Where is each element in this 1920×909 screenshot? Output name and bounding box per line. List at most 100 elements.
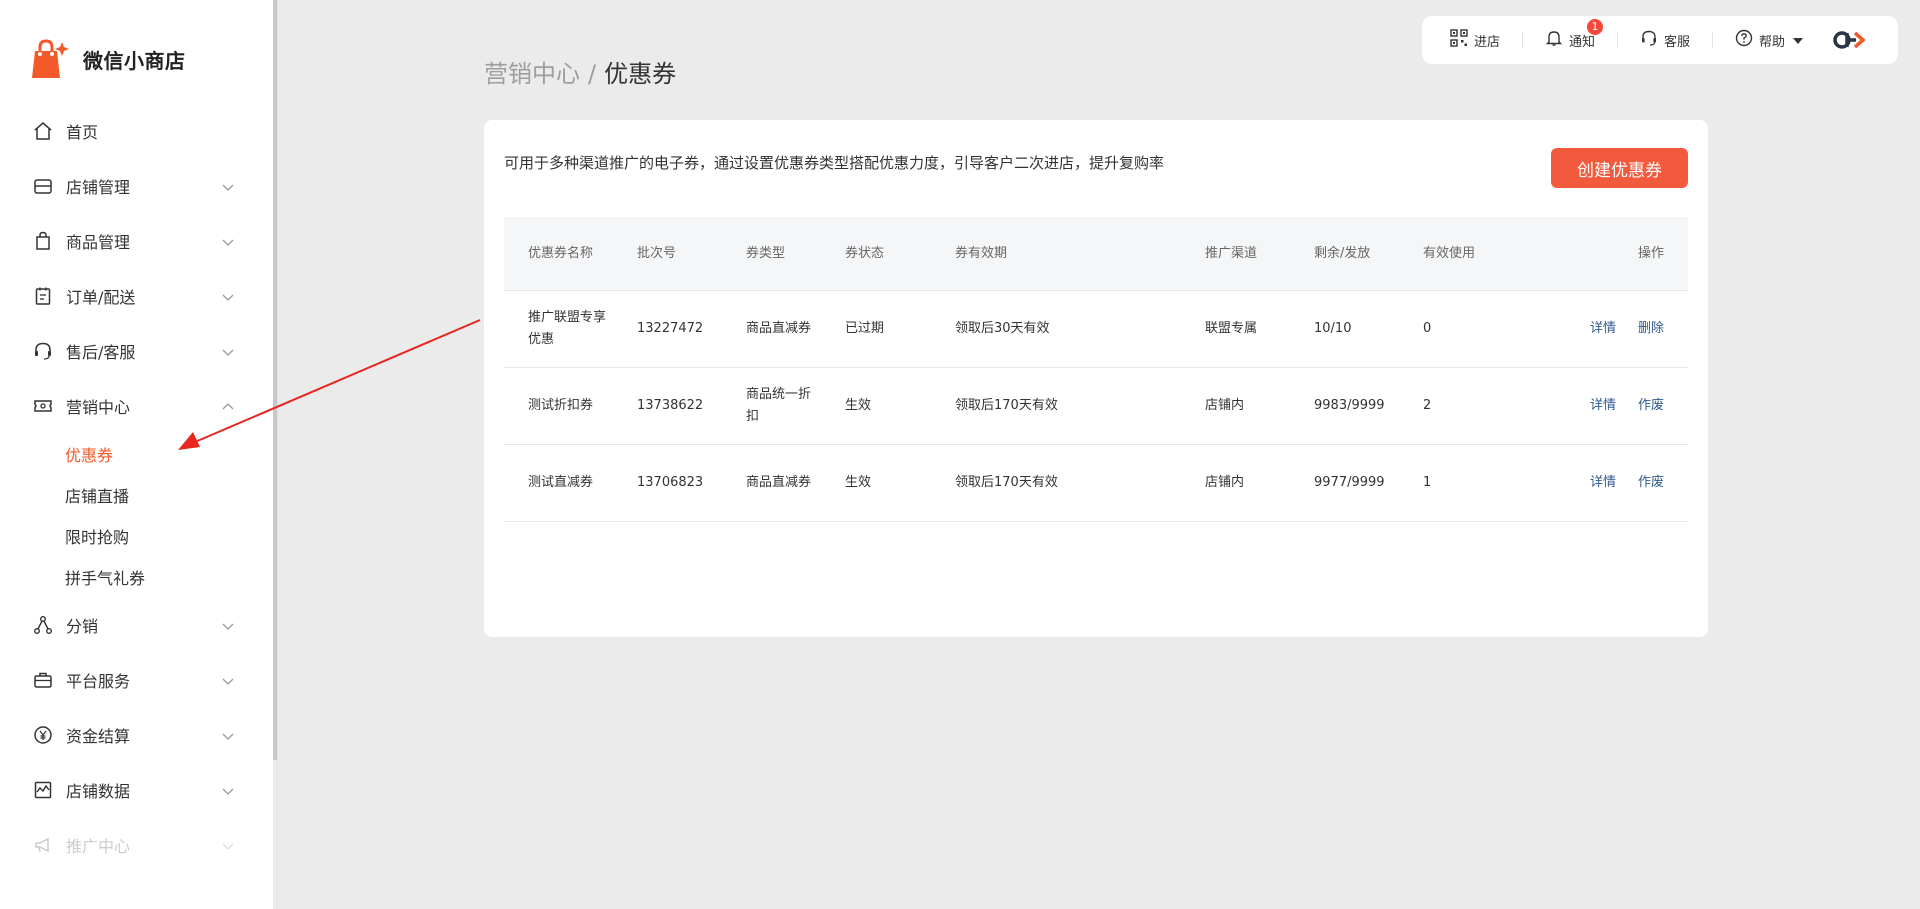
sidebar-item-label: 资金结算 [66,726,131,746]
details-link[interactable]: 详情 [1590,475,1616,490]
delete-link[interactable]: 删除 [1638,321,1664,336]
coupon-validity: 领取后170天有效 [955,398,1058,413]
sidebar-item-store-data[interactable]: 店铺数据 [0,762,273,817]
column-header-remaining: 剩余/发放 [1314,245,1371,261]
sidebar-subitem-lucky-gift-coupon[interactable]: 拼手气礼券 [0,556,273,597]
sidebar-item-label: 平台服务 [66,671,131,691]
sidebar-item-platform-services[interactable]: 平台服务 [0,652,273,707]
table-row: 测试直减券 13706823 商品直减券 生效 领取后170天有效 店铺内 99… [504,445,1688,522]
invalidate-link[interactable]: 作废 [1638,475,1664,490]
sidebar-subitem-flash-sale[interactable]: 限时抢购 [0,515,273,556]
headset-icon [1640,29,1658,51]
toolbar-divider [1522,32,1524,48]
sidebar-item-label: 营销中心 [66,397,131,417]
customer-service-button[interactable]: 客服 [1640,29,1690,51]
sidebar-item-store-management[interactable]: 店铺管理 [0,158,273,213]
coupon-type: 商品统一折扣 [746,387,812,424]
sidebar-item-distribution[interactable]: 分销 [0,597,273,652]
row-actions: 详情 作废 [1508,472,1688,494]
details-link[interactable]: 详情 [1590,398,1616,413]
sidebar-item-orders[interactable]: 订单/配送 [0,268,273,323]
invalidate-link[interactable]: 作废 [1638,398,1664,413]
sidebar-item-product-management[interactable]: 商品管理 [0,213,273,268]
chart-icon [32,779,54,801]
chevron-down-icon [221,234,235,248]
sidebar-item-label: 售后/客服 [66,342,136,362]
chevron-down-icon [221,728,235,742]
app-name: 微信小商店 [83,48,186,73]
coupon-validity: 领取后30天有效 [955,321,1050,336]
chevron-down-icon [221,618,235,632]
remaining-issued: 9983/9999 [1314,398,1385,413]
chevron-up-icon [221,399,235,413]
batch-number: 13227472 [637,321,704,336]
partner-logo-icon[interactable] [1833,29,1867,51]
page-title: 优惠券 [604,60,677,88]
store-icon [32,175,54,197]
notification-count-badge: 1 [1587,19,1604,35]
coupon-status: 生效 [845,398,872,413]
share-nodes-icon [32,614,54,636]
breadcrumb: 营销中心 / 优惠券 [484,54,676,89]
sidebar-item-label: 订单/配送 [66,287,136,307]
sidebar-divider [277,0,278,909]
coupon-name: 测试直减券 [528,475,594,490]
notifications-button[interactable]: 通知 1 [1545,19,1604,51]
column-header-batch: 批次号 [637,245,677,261]
shopping-bag-logo-icon [27,38,69,80]
row-actions: 详情 删除 [1508,318,1688,340]
chevron-down-icon [221,289,235,303]
help-label: 帮助 [1759,34,1786,50]
enter-store-button[interactable]: 进店 [1450,29,1500,51]
batch-number: 13706823 [637,475,704,490]
column-header-validity: 券有效期 [955,245,1008,261]
yen-coin-icon [32,724,54,746]
details-link[interactable]: 详情 [1590,321,1616,336]
sidebar: 微信小商店 首页 店铺管理 商品管理 订单/配送 售后/客服 营销中心 优惠券 … [0,0,273,909]
coupon-type: 商品直减券 [746,475,812,490]
sidebar-item-promotion-center[interactable]: 推广中心 [0,817,273,872]
breadcrumb-parent[interactable]: 营销中心 [484,60,580,88]
coupon-validity: 领取后170天有效 [955,475,1058,490]
megaphone-icon [32,834,54,856]
sidebar-item-marketing[interactable]: 营销中心 [0,378,273,433]
app-logo[interactable]: 微信小商店 [27,38,186,80]
column-header-type: 券类型 [746,245,786,261]
sidebar-item-settlement[interactable]: 资金结算 [0,707,273,762]
chevron-down-icon [221,783,235,797]
qr-code-icon [1450,29,1468,51]
toolbar-divider [1617,32,1619,48]
sidebar-nav: 首页 店铺管理 商品管理 订单/配送 售后/客服 营销中心 优惠券 店铺直播 限… [0,103,273,872]
create-coupon-button[interactable]: 创建优惠券 [1551,148,1688,188]
bell-icon [1545,29,1563,51]
table-row: 测试折扣券 13738622 商品统一折扣 生效 领取后170天有效 店铺内 9… [504,368,1688,445]
coupon-status: 已过期 [845,321,885,336]
sidebar-item-label: 首页 [66,122,99,142]
valid-usage: 1 [1423,475,1432,490]
coupon-name: 测试折扣券 [528,398,594,413]
valid-usage: 0 [1423,321,1432,336]
promotion-channel: 联盟专属 [1205,321,1258,336]
enter-store-label: 进店 [1474,34,1501,50]
sidebar-subitem-live-stream[interactable]: 店铺直播 [0,474,273,515]
coupon-card: 可用于多种渠道推广的电子券，通过设置优惠券类型搭配优惠力度，引导客户二次进店，提… [484,120,1708,637]
home-icon [32,120,54,142]
bag-icon [32,230,54,252]
sidebar-item-after-sales[interactable]: 售后/客服 [0,323,273,378]
chevron-down-icon [221,673,235,687]
column-header-used: 有效使用 [1423,245,1476,261]
coupon-table: 优惠券名称 批次号 券类型 券状态 券有效期 推广渠道 剩余/发放 有效使用 操… [504,217,1688,522]
sidebar-item-home[interactable]: 首页 [0,103,273,158]
sidebar-subitem-coupons[interactable]: 优惠券 [0,433,273,474]
top-toolbar: 进店 通知 1 客服 帮助 [1422,16,1898,64]
sidebar-item-label: 店铺数据 [66,781,131,801]
column-header-name: 优惠券名称 [528,245,594,261]
coupon-status: 生效 [845,475,872,490]
remaining-issued: 9977/9999 [1314,475,1385,490]
sidebar-item-label: 分销 [66,616,99,636]
help-menu-button[interactable]: 帮助 [1735,29,1804,51]
sidebar-item-label: 店铺管理 [66,177,131,197]
coupon-name: 推广联盟专享优惠 [528,310,607,347]
question-circle-icon [1735,29,1753,51]
promotion-channel: 店铺内 [1205,475,1245,490]
